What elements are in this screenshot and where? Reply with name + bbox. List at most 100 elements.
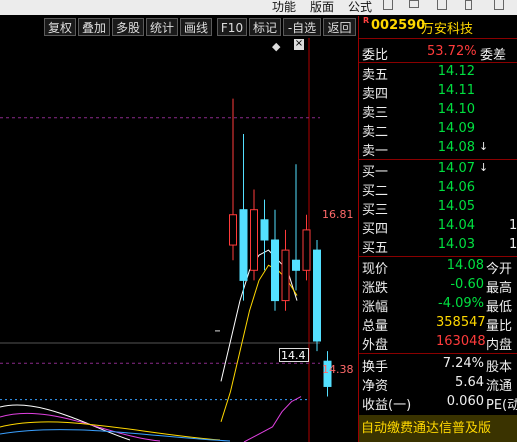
diamond-icon[interactable]: ◆ — [272, 40, 280, 53]
bid-row-1-label: 买一 — [362, 165, 389, 180]
stock-code[interactable]: 002590 — [371, 18, 425, 33]
statistics-button[interactable]: 统计 — [146, 18, 178, 36]
bid-row-1-value: 14.07 — [437, 161, 475, 176]
ratio-label: 委比 — [362, 48, 389, 63]
ask-row-5: 卖五 14.12 — [359, 64, 517, 83]
ask-row-2-label: 卖二 — [362, 125, 389, 140]
bid-row-4-value: 14.04 — [437, 218, 475, 233]
promo-banner[interactable]: 自动缴费通达信普及版 — [359, 415, 517, 442]
multi-stock-button[interactable]: 多股 — [112, 18, 144, 36]
quote-row-0-label2: 今开 — [486, 262, 513, 277]
candle-body — [239, 209, 248, 281]
bid-row-3-value: 14.05 — [437, 199, 475, 214]
f10-button[interactable]: F10 — [217, 18, 247, 36]
kline-chart[interactable]: ◆ × 16.81 14.38 14.4 — [0, 38, 358, 442]
finance-row-1-label: 净资 — [362, 379, 389, 394]
quote-row-2-value: -4.09% — [438, 296, 484, 311]
quote-row-1-label2: 最高 — [486, 281, 513, 296]
finance-row-0-label2: 股本 — [486, 360, 513, 375]
ask-row-5-value: 14.12 — [437, 64, 475, 79]
quote-row-3-value: 358547 — [436, 315, 486, 330]
ask-row-3-label: 卖三 — [362, 106, 389, 121]
bid-row-4: 买四 14.04 1 — [359, 218, 517, 237]
divider — [359, 62, 517, 63]
finance-row-0: 换手 7.24% 股本 — [359, 356, 517, 375]
candle-body — [229, 214, 237, 246]
candle-body — [260, 219, 269, 241]
order-ratio-row: 委比 53.72% 委差 — [359, 44, 517, 63]
quote-row-4-value: 163048 — [436, 334, 486, 349]
quote-panel: R 002590 万安科技 委比 53.72% 委差 自动缴费通达信普及版 卖五… — [358, 16, 517, 442]
quote-row-4: 外盘 163048 内盘 — [359, 334, 517, 353]
price-label-low: 14.38 — [322, 363, 354, 376]
draw-line-button[interactable]: 画线 — [180, 18, 212, 36]
bid-row-5-label: 买五 — [362, 241, 389, 256]
bid-row-5-value: 14.03 — [437, 237, 475, 252]
candle-body — [292, 259, 300, 271]
down-arrow-icon: ↓ — [479, 161, 489, 174]
remove-watchlist-button[interactable]: -自选 — [283, 18, 321, 36]
ask-row-3-value: 14.10 — [437, 102, 475, 117]
window-icon[interactable] — [437, 0, 447, 10]
price-label-high: 16.81 — [322, 208, 354, 221]
ask-row-4: 卖四 14.11 — [359, 83, 517, 102]
candle-body — [281, 249, 290, 302]
stock-name[interactable]: 万安科技 — [421, 18, 473, 37]
mark-button[interactable]: 标记 — [249, 18, 281, 36]
ask-row-1: 卖一 14.08 ↓ — [359, 140, 517, 159]
divider — [359, 353, 517, 354]
finance-row-1-value: 5.64 — [455, 375, 484, 390]
current-price-tag: 14.4 — [279, 348, 309, 362]
quote-row-0-value: 14.08 — [446, 258, 484, 273]
finance-row-0-label: 换手 — [362, 360, 389, 375]
finance-row-2-value: 0.060 — [446, 394, 484, 409]
quote-row-2-label2: 最低 — [486, 300, 513, 315]
promo-text: 自动缴费通达信普及版 — [361, 421, 492, 436]
bid-row-5: 买五 14.03 1 — [359, 237, 517, 256]
close-chart-icon[interactable]: × — [294, 39, 304, 50]
finance-row-0-value: 7.24% — [442, 356, 484, 371]
ratio-diff-label: 委差 — [480, 48, 507, 63]
candle-body — [271, 239, 279, 302]
menu-item-formula[interactable]: 公式 — [348, 0, 372, 15]
tray-icon[interactable] — [494, 0, 504, 10]
bid-row-4-label: 买四 — [362, 222, 389, 237]
menu-item-function[interactable]: 功能 — [272, 0, 296, 15]
overlay-button[interactable]: 叠加 — [78, 18, 110, 36]
quote-row-1-value: -0.60 — [450, 277, 484, 292]
bid-row-1: 买一 14.07 ↓ — [359, 161, 517, 180]
ma-tail-line — [0, 412, 161, 442]
ask-row-1-value: 14.08 — [437, 140, 475, 155]
bid-row-2-label: 买二 — [362, 184, 389, 199]
candle-body — [313, 249, 321, 342]
adjust-button[interactable]: 复权 — [44, 18, 76, 36]
quote-row-1: 涨跌 -0.60 最高 — [359, 277, 517, 296]
divider — [359, 38, 517, 39]
ask-row-2-value: 14.09 — [437, 121, 475, 136]
restore-icon[interactable] — [409, 0, 419, 8]
pin-icon[interactable] — [465, 0, 472, 10]
quote-row-0-label: 现价 — [362, 262, 389, 277]
ask-row-1-label: 卖一 — [362, 144, 389, 159]
ask-row-4-value: 14.11 — [437, 83, 475, 98]
quote-row-2-label: 涨幅 — [362, 300, 389, 315]
quote-row-3: 总量 358547 量比 — [359, 315, 517, 334]
chart-toolbar: 复权 叠加 多股 统计 画线 F10 标记 -自选 返回 — [0, 16, 358, 38]
quote-row-0: 现价 14.08 今开 — [359, 258, 517, 277]
finance-row-1: 净资 5.64 流通 — [359, 375, 517, 394]
bid-row-4-volume: 1 — [509, 218, 517, 233]
finance-row-1-label2: 流通 — [486, 379, 513, 394]
margin-flag: R — [363, 16, 370, 25]
ask-row-2: 卖二 14.09 — [359, 121, 517, 140]
back-button[interactable]: 返回 — [323, 18, 356, 36]
ma-line — [243, 396, 302, 442]
minimize-icon[interactable] — [383, 0, 393, 10]
divider — [359, 159, 517, 160]
ma-tail-line — [0, 421, 221, 441]
divider — [359, 256, 517, 257]
finance-row-2: 收益(一) 0.060 PE(动 — [359, 394, 517, 413]
menu-bar: 功能 版面 公式 — [0, 0, 517, 15]
bid-row-5-volume: 1 — [509, 237, 517, 252]
candle-body — [250, 209, 258, 271]
menu-item-layout[interactable]: 版面 — [310, 0, 334, 15]
